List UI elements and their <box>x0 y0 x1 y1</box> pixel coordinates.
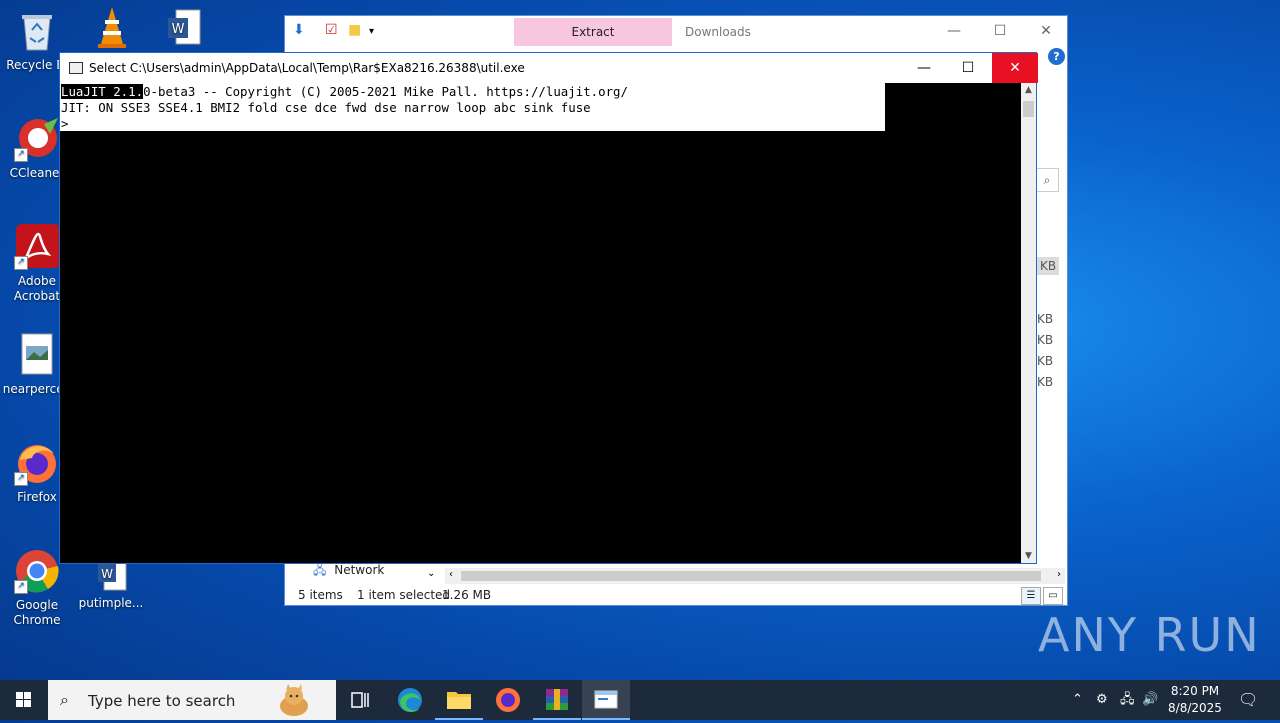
clock-date: 8/8/2025 <box>1168 701 1222 715</box>
clock-time: 8:20 PM <box>1170 684 1220 698</box>
customize-quick-access-icon[interactable]: ▾ <box>369 26 374 37</box>
desktop-icon-label: putimple... <box>78 596 144 610</box>
desktop-icon-label: Chrome <box>13 613 61 627</box>
console-app-icon[interactable] <box>69 62 83 74</box>
firefox-icon: ↗ <box>14 440 60 486</box>
console-app-icon <box>594 690 618 709</box>
help-icon[interactable]: ? <box>1048 48 1065 65</box>
start-button[interactable] <box>0 680 48 720</box>
tab-downloads[interactable]: Downloads <box>685 18 751 46</box>
svg-text:W: W <box>101 567 113 581</box>
vlc-cone-icon <box>89 4 135 50</box>
nav-pane-scroll-down-icon[interactable]: ⌄ <box>427 568 435 579</box>
file-size-cell: KB <box>1037 354 1054 368</box>
desktop-icon-vlc[interactable] <box>75 4 149 54</box>
properties-icon[interactable]: ☑ <box>325 22 338 38</box>
scrollbar-thumb[interactable] <box>461 571 1041 581</box>
download-arrow-icon[interactable]: ⬇ <box>293 22 305 38</box>
vertical-scrollbar[interactable]: ▲ ▼ <box>1021 83 1036 563</box>
file-size-cell: KB <box>1037 257 1060 275</box>
status-size: 1.26 MB <box>442 588 492 602</box>
file-size-cell: KB <box>1037 312 1054 326</box>
console-titlebar[interactable]: Select C:\Users\admin\AppData\Local\Temp… <box>60 53 1038 83</box>
details-view-icon[interactable]: ☰ <box>1021 587 1041 605</box>
nav-item-label: Network <box>334 563 385 577</box>
taskbar-search-box[interactable]: ⌕ Type here to search <box>48 680 336 720</box>
show-hidden-icons-chevron-icon[interactable]: ⌃ <box>1072 680 1083 720</box>
ccleaner-icon: ↗ <box>14 116 60 162</box>
shortcut-arrow-icon: ↗ <box>14 148 28 162</box>
chrome-icon: ↗ <box>14 548 60 594</box>
firefox-icon <box>496 688 520 712</box>
minimize-button[interactable]: — <box>901 53 947 83</box>
console-line: JIT: ON SSE3 SSE4.1 BMI2 fold cse dce fw… <box>61 100 591 115</box>
scroll-up-icon[interactable]: ▲ <box>1021 85 1036 95</box>
scrollbar-thumb[interactable] <box>1023 101 1034 117</box>
network-icon: 🖧 <box>313 563 327 577</box>
close-button[interactable]: ✕ <box>1023 16 1069 46</box>
file-size-cell: KB <box>1037 333 1054 347</box>
maximize-button[interactable]: ☐ <box>977 16 1023 46</box>
window-title: Select C:\Users\admin\AppData\Local\Temp… <box>89 61 525 75</box>
status-bar: 5 items 1 item selected 1.26 MB ☰ ▭ <box>285 586 1067 606</box>
new-folder-icon[interactable]: ■ <box>348 22 361 38</box>
shortcut-arrow-icon: ↗ <box>14 472 28 486</box>
large-icons-view-icon[interactable]: ▭ <box>1043 587 1063 605</box>
scroll-right-icon[interactable]: › <box>1057 569 1061 580</box>
nav-item-network[interactable]: 🖧 Network <box>313 561 384 582</box>
network-tray-icon[interactable]: 🖧 <box>1120 680 1135 720</box>
search-icon: ⌕ <box>60 690 69 709</box>
taskbar-clock[interactable]: 8:20 PM 8/8/2025 <box>1160 683 1230 717</box>
shortcut-arrow-icon: ↗ <box>14 580 28 594</box>
desktop-icon-word-doc[interactable]: W <box>148 6 222 56</box>
edge-icon <box>398 688 422 712</box>
taskbar-edge[interactable] <box>386 680 434 720</box>
winrar-icon <box>546 689 568 710</box>
task-view-icon <box>351 692 369 708</box>
search-icon[interactable]: ⌕ <box>1035 168 1059 192</box>
adobe-acrobat-icon: ↗ <box>14 224 60 270</box>
taskbar-firefox[interactable] <box>484 680 532 720</box>
maximize-button[interactable]: ☐ <box>945 53 991 83</box>
windows-logo-icon <box>16 692 31 707</box>
image-file-icon <box>14 332 60 378</box>
svg-text:W: W <box>172 22 185 37</box>
search-highlight-cat-icon <box>270 682 318 718</box>
notification-center-icon[interactable]: 🗨 <box>1238 680 1258 720</box>
taskbar-winrar[interactable] <box>533 680 581 720</box>
volume-tray-icon[interactable]: 🔊 <box>1142 680 1158 720</box>
word-document-icon: W <box>162 6 208 52</box>
tab-extract[interactable]: Extract <box>514 18 672 46</box>
selected-text: LuaJIT 2.1. <box>61 84 144 99</box>
desktop-icon-label: Google <box>15 598 59 612</box>
console-window: Select C:\Users\admin\AppData\Local\Temp… <box>59 52 1038 564</box>
task-view-button[interactable] <box>336 680 384 720</box>
console-output[interactable]: LuaJIT 2.1.0-beta3 -- Copyright (C) 2005… <box>60 83 1021 563</box>
console-prompt: > <box>61 116 69 131</box>
horizontal-scrollbar[interactable]: ‹ › <box>445 568 1065 584</box>
tray-app-icon[interactable]: ⚙ <box>1096 680 1108 720</box>
status-selection: 1 item selected <box>357 588 451 602</box>
shortcut-arrow-icon: ↗ <box>14 256 28 270</box>
folder-icon <box>447 692 471 709</box>
file-size-cell: KB <box>1037 375 1054 389</box>
desktop-icon-putimple[interactable]: W putimple... <box>74 556 148 611</box>
anyrun-watermark: ANY RUN <box>1038 608 1261 662</box>
console-line: LuaJIT 2.1.0-beta3 -- Copyright (C) 2005… <box>61 84 628 99</box>
explorer-titlebar: ⬇ ☑ ■ ▾ Extract Downloads — ☐ ✕ <box>285 16 1067 46</box>
search-placeholder: Type here to search <box>88 692 236 710</box>
status-item-count: 5 items <box>298 588 343 602</box>
scroll-left-icon[interactable]: ‹ <box>449 569 453 580</box>
recycle-bin-icon <box>14 8 60 54</box>
close-button[interactable]: ✕ <box>992 53 1038 83</box>
taskbar-console-app[interactable] <box>582 680 630 720</box>
taskbar-file-explorer[interactable] <box>435 680 483 720</box>
scroll-down-icon[interactable]: ▼ <box>1021 551 1036 561</box>
minimize-button[interactable]: — <box>931 16 977 46</box>
taskbar: ⌕ Type here to search ⌃ ⚙ 🖧 🔊 8:20 PM 8/… <box>0 680 1280 720</box>
